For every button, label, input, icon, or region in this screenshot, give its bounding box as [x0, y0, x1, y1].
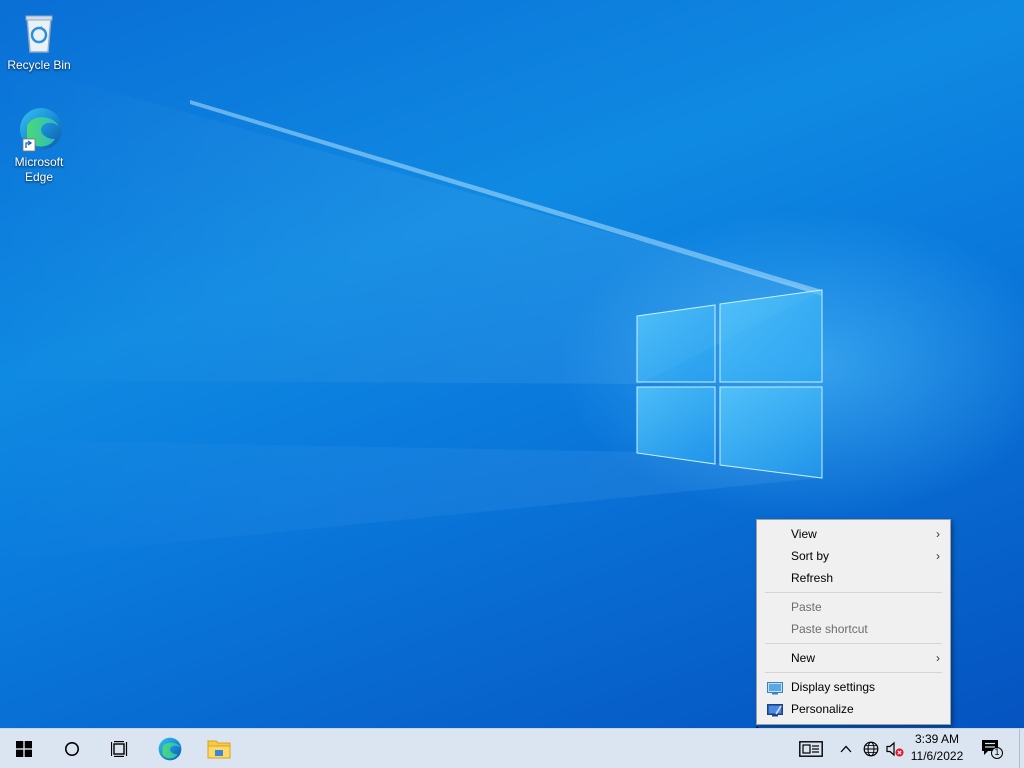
desktop-icon-label: Microsoft Edge [14, 155, 64, 184]
menu-separator [765, 643, 942, 644]
menu-item-view[interactable]: View › [757, 523, 950, 545]
file-explorer-icon [207, 740, 231, 759]
desktop-icon-microsoft-edge[interactable]: Microsoft Edge [1, 105, 77, 185]
menu-item-label: Refresh [791, 571, 834, 585]
desktop-icon-label: Recycle Bin [7, 58, 71, 72]
taskbar-edge-button[interactable] [146, 729, 194, 768]
menu-item-new[interactable]: New › [757, 647, 950, 669]
menu-separator [765, 672, 942, 673]
menu-item-paste-shortcut: Paste shortcut [757, 618, 950, 640]
news-and-interests-button[interactable] [797, 739, 825, 759]
desktop-context-menu: View › Sort by › Refresh Paste Paste sho… [756, 519, 951, 725]
task-view-button[interactable] [96, 729, 144, 768]
menu-item-label: Personalize [791, 702, 854, 716]
start-button[interactable] [0, 729, 48, 768]
action-center-button[interactable]: 1 [980, 739, 1004, 759]
globe-icon [863, 741, 879, 757]
menu-item-label: Paste [791, 600, 822, 614]
wallpaper-windows-logo [636, 289, 823, 479]
menu-item-refresh[interactable]: Refresh [757, 567, 950, 589]
menu-item-paste: Paste [757, 596, 950, 618]
news-icon [799, 741, 823, 757]
taskbar: 3:39 AM 11/6/2022 1 [0, 728, 1024, 768]
personalize-icon [767, 702, 783, 717]
menu-item-label: Sort by [791, 549, 830, 563]
desktop[interactable]: Recycle Bin Microsoft Edge View › Sort b… [0, 0, 1024, 728]
chevron-right-icon: › [936, 651, 940, 665]
menu-item-label: Display settings [791, 680, 876, 694]
desktop-icon-recycle-bin[interactable]: Recycle Bin [1, 8, 77, 73]
edge-icon [158, 737, 182, 761]
show-hidden-icons-button[interactable] [838, 739, 854, 759]
display-icon [767, 680, 783, 695]
search-icon [65, 742, 79, 756]
search-button[interactable] [48, 729, 96, 768]
task-view-icon [111, 741, 128, 757]
chevron-right-icon: › [936, 527, 940, 541]
start-icon [16, 741, 32, 757]
taskbar-file-explorer-button[interactable] [195, 729, 243, 768]
menu-item-label: Paste shortcut [791, 622, 868, 636]
menu-separator [765, 592, 942, 593]
menu-item-personalize[interactable]: Personalize [757, 698, 950, 720]
menu-item-display-settings[interactable]: Display settings [757, 676, 950, 698]
chevron-up-icon [840, 745, 852, 753]
chevron-right-icon: › [936, 549, 940, 563]
menu-item-sort-by[interactable]: Sort by › [757, 545, 950, 567]
clock-button[interactable]: 3:39 AM 11/6/2022 [902, 731, 972, 765]
clock-date: 11/6/2022 [910, 749, 964, 763]
menu-item-label: View [791, 527, 817, 541]
recycle-bin-icon [15, 8, 63, 56]
clock-time: 3:39 AM [914, 732, 960, 746]
show-desktop-button[interactable] [1019, 729, 1024, 768]
menu-item-label: New [791, 651, 816, 665]
notification-count-badge: 1 [994, 747, 1000, 757]
edge-icon [15, 105, 63, 153]
network-button[interactable] [861, 739, 881, 759]
